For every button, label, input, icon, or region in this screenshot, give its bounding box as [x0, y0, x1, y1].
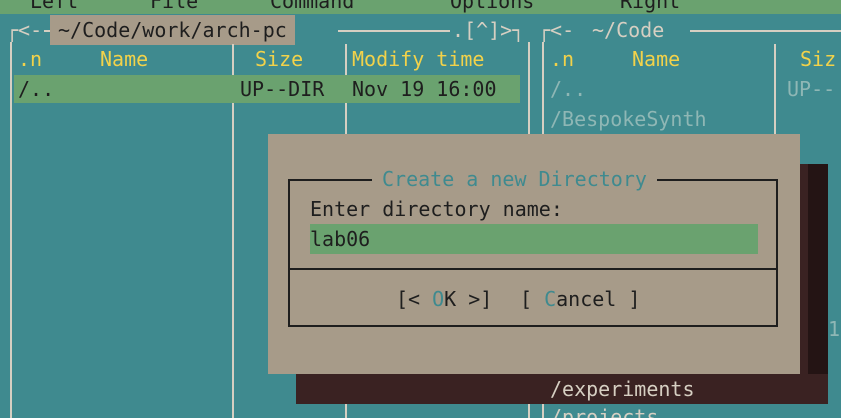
directory-name-value[interactable]: lab06	[310, 224, 370, 254]
right-row-experiments[interactable]: /experiments	[550, 374, 695, 404]
left-panel-path[interactable]: ~/Code/work/arch-pc	[50, 15, 295, 45]
directory-name-input[interactable]: lab06	[310, 224, 758, 254]
left-header-size[interactable]: Size	[255, 44, 303, 74]
menu-right[interactable]: Right	[620, 0, 680, 14]
right-row-updir[interactable]: /..	[550, 74, 586, 104]
right-row-partial-digit: 1	[828, 317, 841, 341]
cancel-button[interactable]: [ Cancel ]	[520, 284, 640, 314]
right-header-name[interactable]: Name	[632, 44, 680, 74]
right-panel-col-sep	[774, 44, 776, 134]
left-row-name[interactable]: /..	[18, 74, 54, 104]
left-header-name[interactable]: Name	[100, 44, 148, 74]
right-panel-top-border	[690, 30, 841, 32]
ok-button[interactable]: [< OK >]	[396, 284, 492, 314]
right-panel-corner-left[interactable]: ┌<-	[538, 15, 574, 45]
menu-options[interactable]: Options	[450, 0, 534, 14]
left-header-mtime[interactable]: Modify time	[352, 44, 484, 74]
right-header-size[interactable]: Siz	[800, 44, 836, 74]
mkdir-dialog: Create a new Directory Enter directory n…	[268, 134, 800, 374]
menu-file[interactable]: File	[150, 0, 198, 14]
ok-hotkey: O	[432, 287, 445, 311]
left-panel-left-border	[10, 42, 12, 418]
left-panel-top-border-2	[338, 30, 450, 32]
right-row-projects[interactable]: /projects	[550, 402, 658, 418]
dialog-prompt: Enter directory name:	[310, 197, 563, 221]
dialog-shadow-edge	[808, 164, 828, 374]
right-panel-path[interactable]: ~/Code	[592, 15, 664, 45]
dialog-title: Create a new Directory	[372, 164, 657, 194]
left-panel-corner-left[interactable]: ┌<-	[6, 15, 42, 45]
right-header-n[interactable]: .n	[550, 44, 574, 74]
left-header-n[interactable]: .n	[18, 44, 42, 74]
cancel-hotkey: C	[544, 287, 557, 311]
left-row-size: UP--DIR	[240, 77, 325, 101]
right-row-updir-size: UP--	[787, 77, 836, 101]
menu-left[interactable]: Left	[30, 0, 78, 14]
left-row-mtime: Nov 19 16:00	[352, 77, 497, 101]
menu-command[interactable]: Command	[270, 0, 354, 14]
right-row-bespokesynth[interactable]: /BespokeSynth	[550, 104, 707, 134]
dialog-separator	[290, 268, 776, 270]
menu-bar: Left File Command Options Right	[0, 0, 841, 14]
left-panel-corner-right[interactable]: .[^]>┐	[452, 15, 524, 45]
